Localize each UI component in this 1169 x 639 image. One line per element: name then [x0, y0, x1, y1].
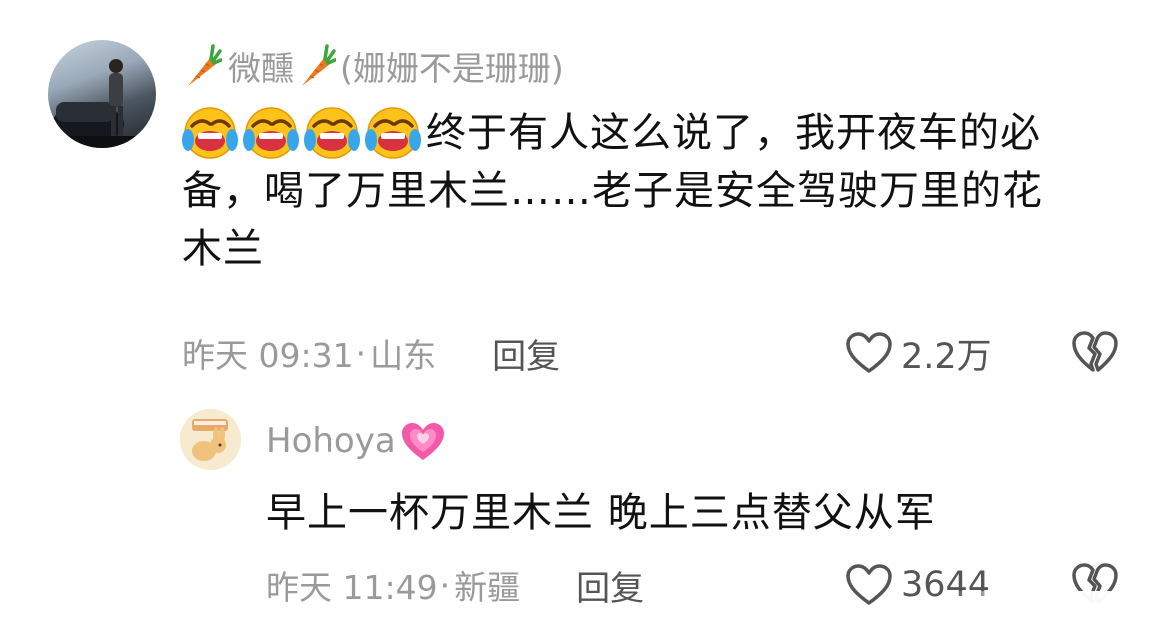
- reply-location: 新疆: [454, 568, 521, 607]
- rolling-laughing-icon: [243, 104, 304, 162]
- broken-heart-icon: [1072, 331, 1118, 372]
- meta-separator: ·: [355, 333, 367, 373]
- reply-button[interactable]: 回复: [576, 561, 644, 610]
- reply-time: 昨天 11:49: [266, 568, 438, 607]
- reply-avatar[interactable]: [180, 409, 241, 470]
- rolling-laughing-icon: [304, 104, 365, 162]
- comment-text: 终于有人这么说了，我开夜车的必 备，喝了万里木兰……老子是安全驾驶万里的花 木兰: [182, 104, 1132, 278]
- like-button[interactable]: 2.2万: [845, 328, 992, 378]
- avatar-illustration: [180, 409, 241, 470]
- comment-meta: 昨天 09:31 · 山东 回复: [182, 328, 560, 378]
- reply-button[interactable]: 回复: [492, 329, 560, 378]
- meta-separator: ·: [439, 565, 451, 605]
- username[interactable]: 微醺: [228, 42, 294, 90]
- watermark-overlay: [949, 591, 1159, 631]
- rolling-laughing-icon: [365, 104, 426, 162]
- avatar[interactable]: [48, 40, 156, 148]
- comment-author[interactable]: 微醺 (姗姗不是珊珊): [182, 38, 564, 94]
- rolling-laughing-icon: [182, 104, 243, 162]
- like-count: 2.2万: [901, 336, 992, 377]
- carrot-icon: [188, 44, 222, 86]
- reply-text: 早上一杯万里木兰 晚上三点替父从军: [266, 490, 936, 536]
- heart-outline-icon: [846, 332, 892, 373]
- comment-line: 终于有人这么说了，我开夜车的必: [182, 104, 1132, 162]
- comment-time: 昨天 09:31: [182, 336, 354, 375]
- username-note: (姗姗不是珊珊): [340, 49, 564, 88]
- reply-author[interactable]: Hohoya: [266, 416, 448, 466]
- comment-text-line3: 木兰: [182, 226, 264, 272]
- reply-username[interactable]: Hohoya: [266, 421, 396, 461]
- comment-text-line1: 终于有人这么说了，我开夜车的必: [426, 110, 1041, 156]
- avatar-photo: [48, 59, 156, 148]
- comment-location: 山东: [370, 336, 437, 375]
- carrot-icon: [302, 44, 336, 86]
- sparkling-heart-icon: [401, 423, 444, 460]
- dislike-button[interactable]: [1071, 330, 1119, 380]
- heart-outline-icon: [846, 564, 892, 605]
- comment-text-line2: 备，喝了万里木兰……老子是安全驾驶万里的花: [182, 168, 1043, 214]
- reply-meta: 昨天 11:49 · 新疆 回复: [266, 560, 644, 610]
